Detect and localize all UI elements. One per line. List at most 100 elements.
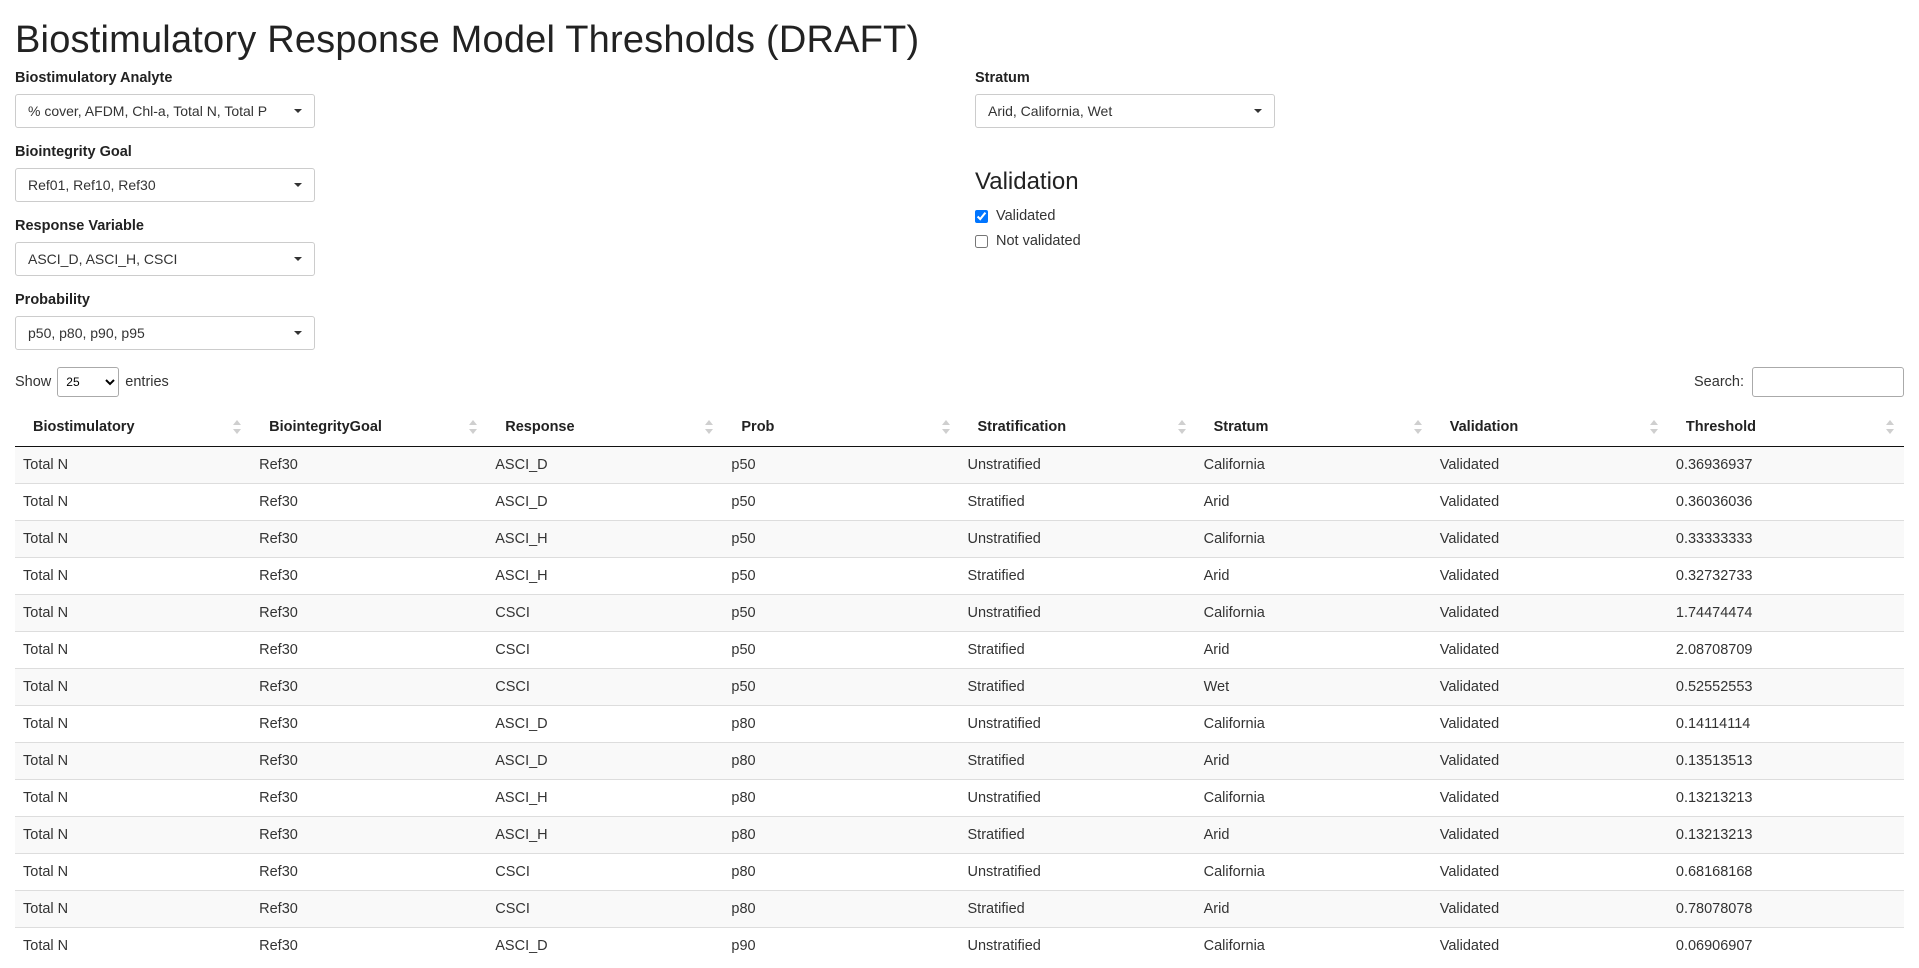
results-table-container: Biostimulatory BiointegrityGoal Response Pr… <box>15 408 1904 964</box>
column-header-label: Stratification <box>977 419 1067 435</box>
table-row: Total N Ref30 CSCI p80 Unstratified Californi… <box>15 853 1904 891</box>
column-header-label: Validation <box>1449 419 1519 435</box>
table-cell-stratification: Unstratified <box>959 779 1196 817</box>
table-cell-validation: Validated <box>1431 779 1668 817</box>
table-cell-prob: p50 <box>723 520 960 558</box>
sort-arrows-icon[interactable] <box>941 420 950 434</box>
goal-label: Biointegrity Goal <box>15 144 132 160</box>
table-cell-prob: p80 <box>723 779 960 817</box>
sort-arrows-icon[interactable] <box>469 420 478 434</box>
table-cell-stratum: Arid <box>1195 557 1432 595</box>
table-cell-biointegritygoal: Ref30 <box>251 742 488 780</box>
probability-filter: Probability p50, p80, p90, p95 <box>15 292 315 350</box>
table-cell-stratum: California <box>1195 705 1432 743</box>
response-filter: Response Variable ASCI_D, ASCI_H, CSCI <box>15 218 315 276</box>
column-header-label: Biostimulatory <box>33 419 135 435</box>
not-validated-label: Not validated <box>996 233 1081 249</box>
goal-selected-value: Ref01, Ref10, Ref30 <box>28 177 156 193</box>
table-header-row: Biostimulatory BiointegrityGoal Response Pr… <box>15 408 1904 447</box>
table-cell-biostimulatory: Total N <box>15 705 252 743</box>
column-header-label: Response <box>505 419 575 435</box>
table-cell-biostimulatory: Total N <box>15 594 252 632</box>
stratum-filter: Stratum Arid, California, Wet <box>975 70 1275 128</box>
sort-arrows-icon[interactable] <box>705 420 714 434</box>
table-cell-biointegritygoal: Ref30 <box>251 668 488 706</box>
stratum-select[interactable]: Arid, California, Wet <box>975 94 1275 128</box>
probability-label: Probability <box>15 292 90 308</box>
table-cell-response: CSCI <box>487 853 724 891</box>
sort-arrows-icon[interactable] <box>1413 420 1422 434</box>
table-cell-biostimulatory: Total N <box>15 927 252 964</box>
table-cell-stratification: Stratified <box>959 890 1196 928</box>
table-cell-biointegritygoal: Ref30 <box>251 520 488 558</box>
caret-down-icon <box>294 331 302 335</box>
table-cell-stratum: Wet <box>1195 668 1432 706</box>
page-length-control: Show 25 entries <box>15 367 169 397</box>
validated-checkbox[interactable] <box>975 209 988 223</box>
table-cell-prob: p50 <box>723 594 960 632</box>
not-validated-option[interactable]: Not validated <box>975 233 1081 249</box>
table-body: Total N Ref30 ASCI_D p50 Unstratified Califor… <box>15 446 1904 964</box>
table-row: Total N Ref30 CSCI p50 Stratified Wet Validate… <box>15 668 1904 706</box>
table-cell-stratum: Arid <box>1195 742 1432 780</box>
validation-heading: Validation <box>975 168 1079 195</box>
column-header-stratification[interactable]: Stratification <box>959 408 1196 447</box>
caret-down-icon <box>1254 109 1262 113</box>
column-header-biointegritygoal[interactable]: BiointegrityGoal <box>251 408 488 447</box>
table-cell-validation: Validated <box>1431 520 1668 558</box>
table-row: Total N Ref30 ASCI_D p50 Stratified Arid Valid… <box>15 483 1904 521</box>
table-row: Total N Ref30 ASCI_H p50 Stratified Arid Valid… <box>15 557 1904 595</box>
table-cell-stratification: Unstratified <box>959 446 1196 484</box>
table-cell-prob: p80 <box>723 742 960 780</box>
entries-label: entries <box>125 374 169 390</box>
table-row: Total N Ref30 ASCI_H p50 Unstratified Califor… <box>15 520 1904 558</box>
column-header-biostimulatory[interactable]: Biostimulatory <box>15 408 252 447</box>
validated-option[interactable]: Validated <box>975 208 1055 224</box>
table-cell-stratum: Arid <box>1195 483 1432 521</box>
sort-arrows-icon[interactable] <box>233 420 242 434</box>
table-cell-threshold: 0.68168168 <box>1667 853 1904 891</box>
table-cell-biointegritygoal: Ref30 <box>251 446 488 484</box>
table-cell-threshold: 0.36936937 <box>1667 446 1904 484</box>
column-header-validation[interactable]: Validation <box>1431 408 1668 447</box>
column-header-prob[interactable]: Prob <box>723 408 960 447</box>
table-cell-response: ASCI_H <box>487 816 724 854</box>
table-cell-stratification: Stratified <box>959 483 1196 521</box>
table-cell-biostimulatory: Total N <box>15 668 252 706</box>
table-cell-stratum: California <box>1195 779 1432 817</box>
column-header-stratum[interactable]: Stratum <box>1195 408 1432 447</box>
probability-select[interactable]: p50, p80, p90, p95 <box>15 316 315 350</box>
caret-down-icon <box>294 183 302 187</box>
not-validated-checkbox[interactable] <box>975 234 988 248</box>
goal-select[interactable]: Ref01, Ref10, Ref30 <box>15 168 315 202</box>
table-cell-threshold: 0.13513513 <box>1667 742 1904 780</box>
table-cell-biostimulatory: Total N <box>15 779 252 817</box>
search-input[interactable] <box>1752 367 1904 397</box>
table-cell-response: CSCI <box>487 631 724 669</box>
table-cell-validation: Validated <box>1431 853 1668 891</box>
table-cell-response: ASCI_D <box>487 705 724 743</box>
column-header-response[interactable]: Response <box>487 408 724 447</box>
table-cell-prob: p50 <box>723 631 960 669</box>
analyte-select[interactable]: % cover, AFDM, Chl-a, Total N, Total P <box>15 94 315 128</box>
table-cell-biointegritygoal: Ref30 <box>251 927 488 964</box>
caret-down-icon <box>294 257 302 261</box>
sort-arrows-icon[interactable] <box>1649 420 1658 434</box>
sort-arrows-icon[interactable] <box>1177 420 1186 434</box>
table-cell-biointegritygoal: Ref30 <box>251 557 488 595</box>
column-header-label: Stratum <box>1213 419 1269 435</box>
table-cell-stratification: Stratified <box>959 742 1196 780</box>
table-cell-validation: Validated <box>1431 483 1668 521</box>
show-label: Show <box>15 374 52 390</box>
table-cell-validation: Validated <box>1431 742 1668 780</box>
validated-label: Validated <box>996 208 1056 224</box>
sort-arrows-icon[interactable] <box>1886 420 1894 434</box>
analyte-selected-value: % cover, AFDM, Chl-a, Total N, Total P <box>28 103 268 119</box>
response-select[interactable]: ASCI_D, ASCI_H, CSCI <box>15 242 315 276</box>
page-length-select[interactable]: 25 <box>57 367 120 397</box>
column-header-threshold[interactable]: Threshold <box>1667 408 1904 447</box>
table-row: Total N Ref30 ASCI_D p90 Unstratified Califor… <box>15 927 1904 964</box>
table-cell-biostimulatory: Total N <box>15 816 252 854</box>
table-cell-response: CSCI <box>487 668 724 706</box>
search-label: Search: <box>1694 374 1744 390</box>
